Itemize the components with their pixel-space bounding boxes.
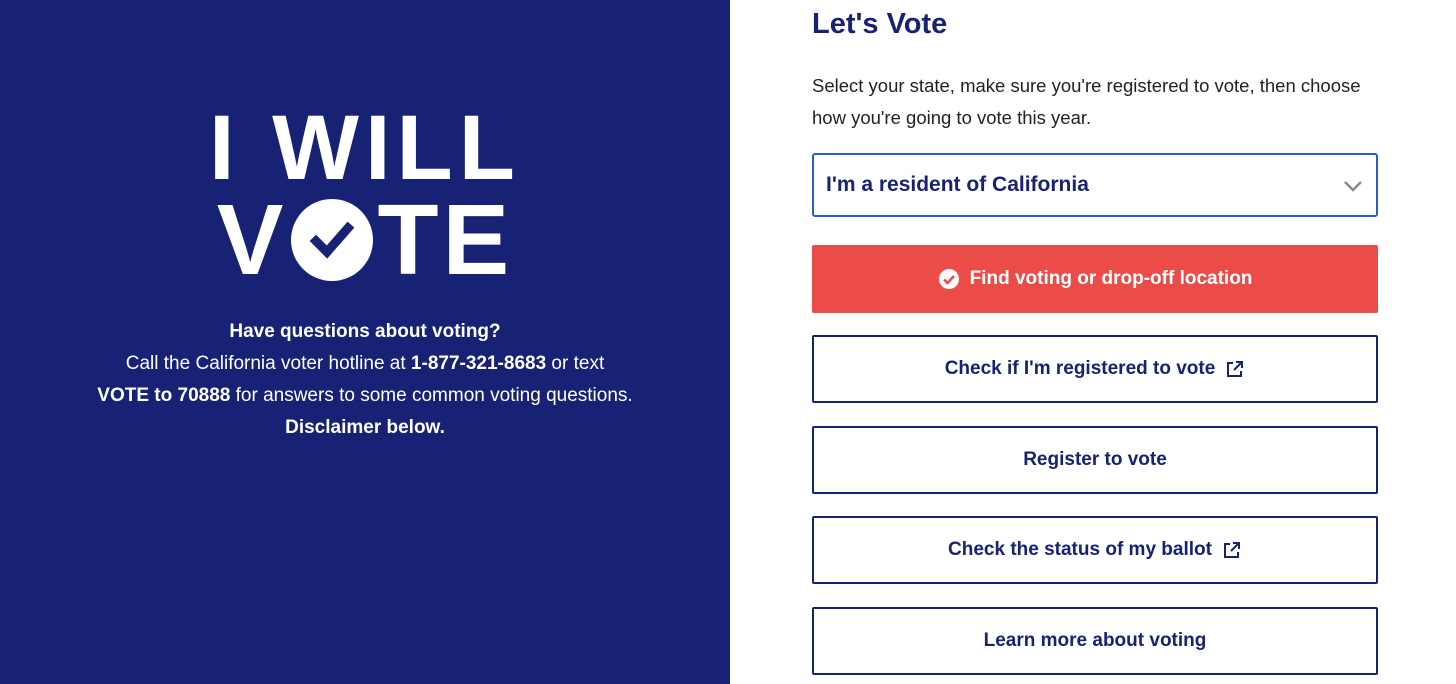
- register-label: Register to vote: [1023, 449, 1167, 470]
- check-circle-icon: [291, 199, 374, 281]
- ballot-status-label: Check the status of my ballot: [948, 539, 1212, 560]
- learn-more-button[interactable]: Learn more about voting: [812, 607, 1378, 675]
- logo-letters-te: TE: [377, 184, 514, 296]
- find-location-button[interactable]: Find voting or drop-off location: [812, 245, 1378, 313]
- panel-description: Select your state, make sure you're regi…: [812, 75, 1361, 128]
- info-question: Have questions about voting?: [229, 321, 501, 342]
- register-button[interactable]: Register to vote: [812, 426, 1378, 494]
- hotline-number: 1-877-321-8683: [410, 353, 547, 374]
- logo-line-2: V TE: [0, 190, 730, 290]
- logo-letter-v: V: [216, 184, 288, 296]
- hero-panel: I WILL V TE Have questions about voting?…: [0, 0, 730, 684]
- find-location-label: Find voting or drop-off location: [969, 268, 1253, 289]
- chevron-down-icon: [1342, 175, 1364, 197]
- ballot-status-button[interactable]: Check the status of my ballot: [812, 516, 1378, 584]
- vote-panel: Let's Vote Select your state, make sure …: [730, 0, 1456, 684]
- state-select-value: I'm a resident of California: [826, 173, 1089, 196]
- text-connector: or text: [546, 353, 605, 374]
- check-circle-icon: [938, 268, 960, 290]
- external-link-icon: [1225, 359, 1245, 379]
- page-title: Let's Vote: [812, 8, 948, 40]
- check-registration-label: Check if I'm registered to vote: [944, 358, 1216, 379]
- text-suffix: for answers to some common voting questi…: [230, 385, 633, 406]
- logo-line-1: I WILL: [209, 97, 521, 199]
- learn-more-label: Learn more about voting: [983, 630, 1207, 651]
- state-select[interactable]: I'm a resident of California: [812, 153, 1378, 217]
- hotline-prefix: Call the California voter hotline at: [125, 353, 411, 374]
- voter-info: Have questions about voting? Call the Ca…: [40, 316, 690, 444]
- text-code: VOTE to 70888: [97, 385, 231, 406]
- external-link-icon: [1222, 540, 1242, 560]
- check-registration-button[interactable]: Check if I'm registered to vote: [812, 335, 1378, 403]
- disclaimer-link[interactable]: Disclaimer below.: [285, 417, 445, 438]
